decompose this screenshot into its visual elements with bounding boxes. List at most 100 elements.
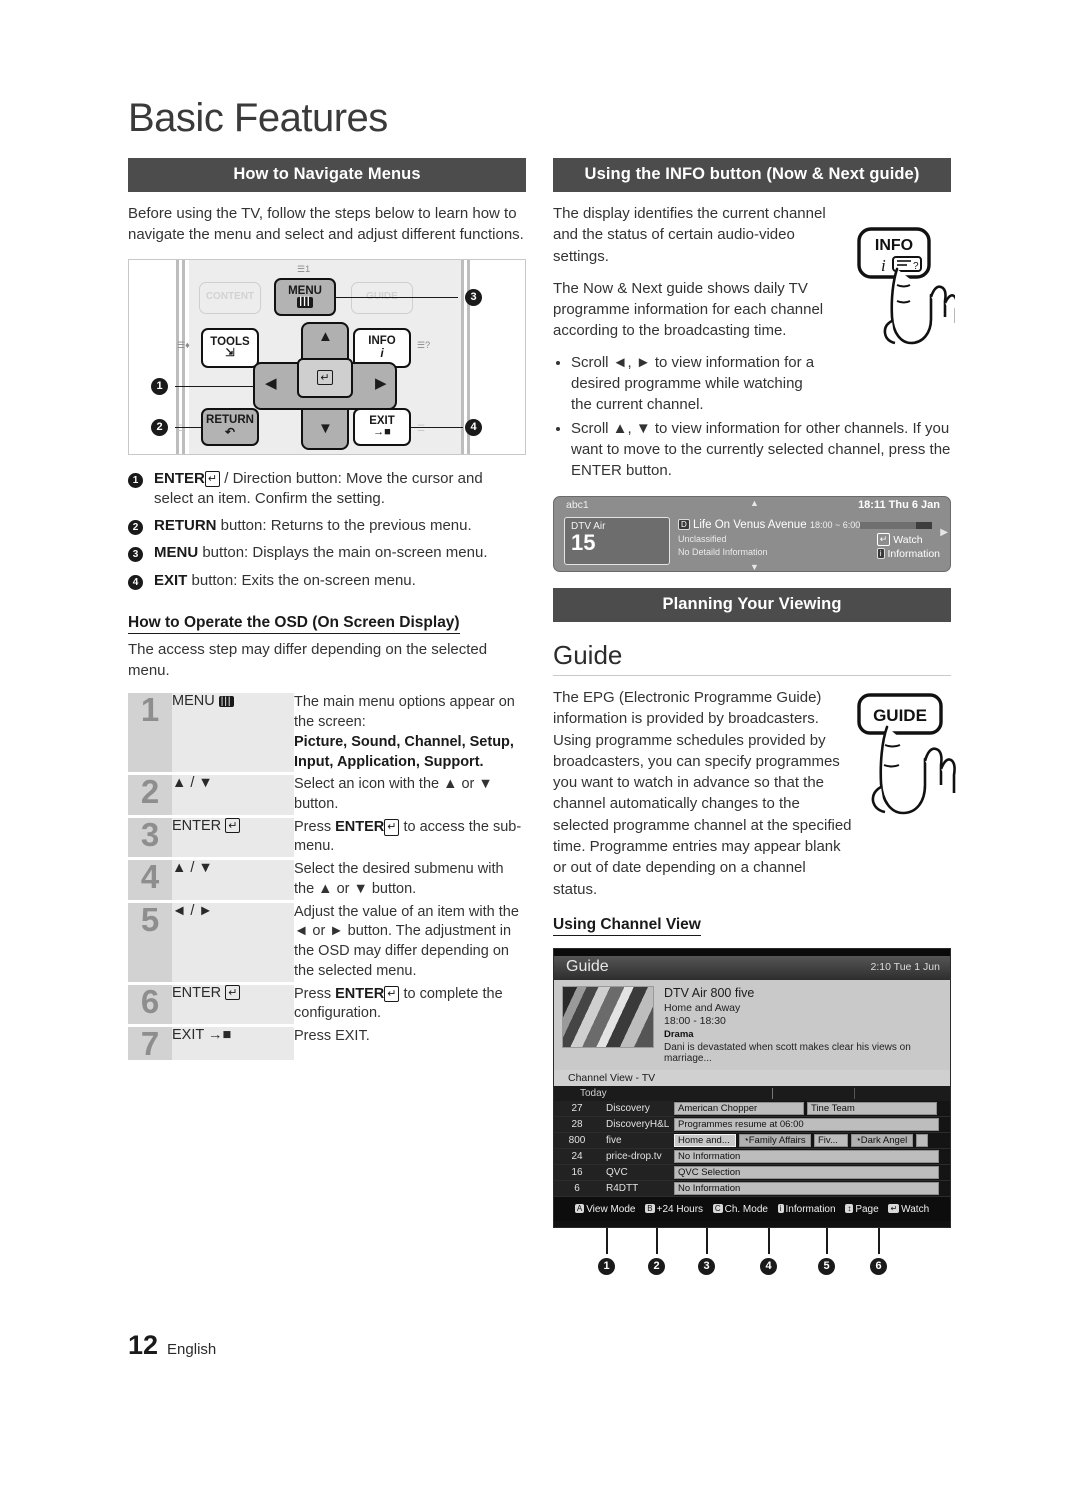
footer-label-view-mode[interactable]: View Mode [586,1204,635,1215]
remote-button-menu[interactable]: MENU ||| [274,277,336,316]
table-row[interactable]: 28 DiscoveryH&L Programmes resume at 06:… [554,1116,950,1133]
step-number: 5 [128,901,172,983]
footer-label-page[interactable]: Page [855,1204,878,1215]
programme-slot[interactable]: No Information [674,1149,939,1163]
navigate-intro-text: Before using the TV, follow the steps be… [128,205,524,244]
list-text: RETURN button: Returns to the previous m… [154,517,472,535]
guide-osd-footer: A View Mode B +24 Hours C Ch. Mode i Informa… [554,1196,950,1221]
remote-dpad[interactable]: ▲ ▼ ◀ ▶ ↵ [253,321,397,450]
footer-label-ch-mode[interactable]: Ch. Mode [725,1204,768,1215]
list-item: 3 MENU button: Displays the main on-scre… [128,543,526,563]
enter-icon: ↵ [317,370,333,386]
dpad-enter-button[interactable]: ↵ [297,357,353,398]
remote-button-content-label: CONTENT [205,291,255,303]
enter-icon: ↵ [876,532,891,546]
programme-slot[interactable]: QVC Selection [674,1165,939,1179]
callout-3: 3 [465,288,482,306]
osd-action-information[interactable]: i Information [876,547,940,560]
footer-label-information[interactable]: Information [786,1204,836,1215]
row-channel-name: price-drop.tv [600,1148,674,1165]
callout-leader [606,1227,608,1254]
osd-actions: ↵ Watch i Information [876,519,940,560]
key-a-icon: A [574,1203,585,1213]
guide-button-hand-illustration: GUIDE [849,691,957,846]
page-title: Basic Features [128,96,388,140]
callout-2: 2 [151,418,168,436]
table-row[interactable]: 800 five Home and... ◔Family Affairs Fiv… [554,1132,950,1149]
programme-slot[interactable]: No Information [674,1181,939,1195]
callout-1: 1 [598,1257,615,1275]
list-item: 2 RETURN button: Returns to the previous… [128,516,526,536]
tools-mini-icon: ☰♦ [177,339,190,350]
table-row[interactable]: 24 price-drop.tv No Information [554,1148,950,1165]
table-row: 6 ENTER ↵ Press ENTER ↵ to complete the c… [128,983,526,1026]
callout-leader [656,1227,658,1254]
programme-slot[interactable]: American Chopper [674,1101,804,1115]
svg-text:INFO: INFO [875,237,913,254]
dpad-down-icon[interactable]: ▼ [318,420,333,437]
osd-action-watch[interactable]: ↵ Watch [876,532,940,546]
programme-slot[interactable]: ◔Family Affairs [739,1133,811,1147]
row-channel-number: 6 [554,1180,600,1197]
callout-2: 2 [648,1257,665,1275]
preview-genre: Drama [664,1028,694,1040]
callout-leader [768,1227,770,1254]
guide-osd-clock: 2:10 Tue 1 Jun [870,960,940,973]
guide-description-text: The EPG (Electronic Programme Guide) inf… [553,688,852,898]
guide-osd-title-bar: Guide 2:10 Tue 1 Jun [554,955,950,980]
step-description: Press ENTER ↵ to complete the configurati… [294,985,503,1022]
osd-channel-name: abc1 [566,498,589,511]
step-key: MENU ||| [172,693,294,774]
callout-1: 1 [151,377,168,395]
step-key: ▲ / ▼ [172,858,294,902]
enter-icon: ↵ [225,984,241,1000]
step-number: 2 [128,773,172,817]
row-channel-name: Discovery [600,1100,674,1117]
svg-text:?: ? [913,261,919,272]
osd-detail: No Detaild Information [678,546,768,557]
list-text: ENTER ↵ / Direction button: Move the curs… [154,469,483,507]
programme-slot[interactable]: Programmes resume at 06:00 [674,1117,939,1131]
list-item: 4 EXIT button: Exits the on-screen menu. [128,571,526,591]
guide-osd-preview-panel: DTV Air 800 five Home and Away 18:00 - 1… [554,979,950,1070]
timeline-tick [854,1087,855,1099]
programme-slot[interactable] [916,1133,928,1147]
programme-slot[interactable]: Fiv... [814,1133,848,1147]
osd-scroll-up-icon: ▲ [750,497,759,508]
menu-grid-icon: ||| [218,696,234,708]
programme-slot[interactable]: ◔Dark Angel [851,1133,913,1147]
remote-button-content[interactable]: CONTENT [199,281,261,314]
now-next-osd-screenshot: abc1 ▲ 18:11 Thu 6 Jan DTV Air 15 D Life… [553,495,951,572]
row-slots: Home and... ◔Family Affairs Fiv... ◔Dark… [674,1132,950,1149]
page-footer: 12 English [128,1330,216,1361]
info-button-hand-svg: INFO i ? [857,227,958,345]
table-row: 5 ◄ / ► Adjust the value of an item with… [128,901,526,983]
channel-view-subheading: Using Channel View [553,916,701,936]
dpad-right-icon[interactable]: ▶ [375,374,387,392]
table-row[interactable]: 27 Discovery American Chopper Tine Team [554,1100,950,1117]
left-column: How to Navigate Menus Before using the T… [128,158,526,1063]
footer-label-24-hours[interactable]: +24 Hours [657,1204,703,1215]
dpad-up-icon[interactable]: ▲ [318,328,333,345]
programme-slot[interactable]: Tine Team [807,1101,937,1115]
table-row[interactable]: 16 QVC QVC Selection [554,1164,950,1181]
enter-icon: ↵ [225,817,241,833]
guide-button-hand-svg: GUIDE [857,693,956,815]
remote-button-return[interactable]: RETURN ↶ [201,407,259,446]
manual-page: Basic Features How to Navigate Menus Bef… [0,0,1080,1494]
programme-slot-selected[interactable]: Home and... [674,1133,736,1147]
step-number: 7 [128,1025,172,1062]
table-row: 7 EXIT →■ Press EXIT. [128,1025,526,1062]
footer-label-watch[interactable]: Watch [901,1204,929,1215]
preview-programme: Home and Away [664,1001,741,1014]
enter-icon: ↵ [888,1203,900,1213]
remote-button-tools[interactable]: TOOLS ⇲ [201,327,259,368]
table-row[interactable]: 6 R4DTT No Information [554,1180,950,1197]
osd-intro-text: The access step may differ depending on … [128,640,488,680]
step-key: ENTER ↵ [172,816,294,859]
channel-view-bar: Channel View - TV [554,1069,950,1086]
row-channel-name: R4DTT [600,1180,674,1197]
row-channel-name: DiscoveryH&L [600,1116,674,1133]
guide-osd-title: Guide [566,957,609,975]
dpad-left-icon[interactable]: ◀ [265,374,277,392]
